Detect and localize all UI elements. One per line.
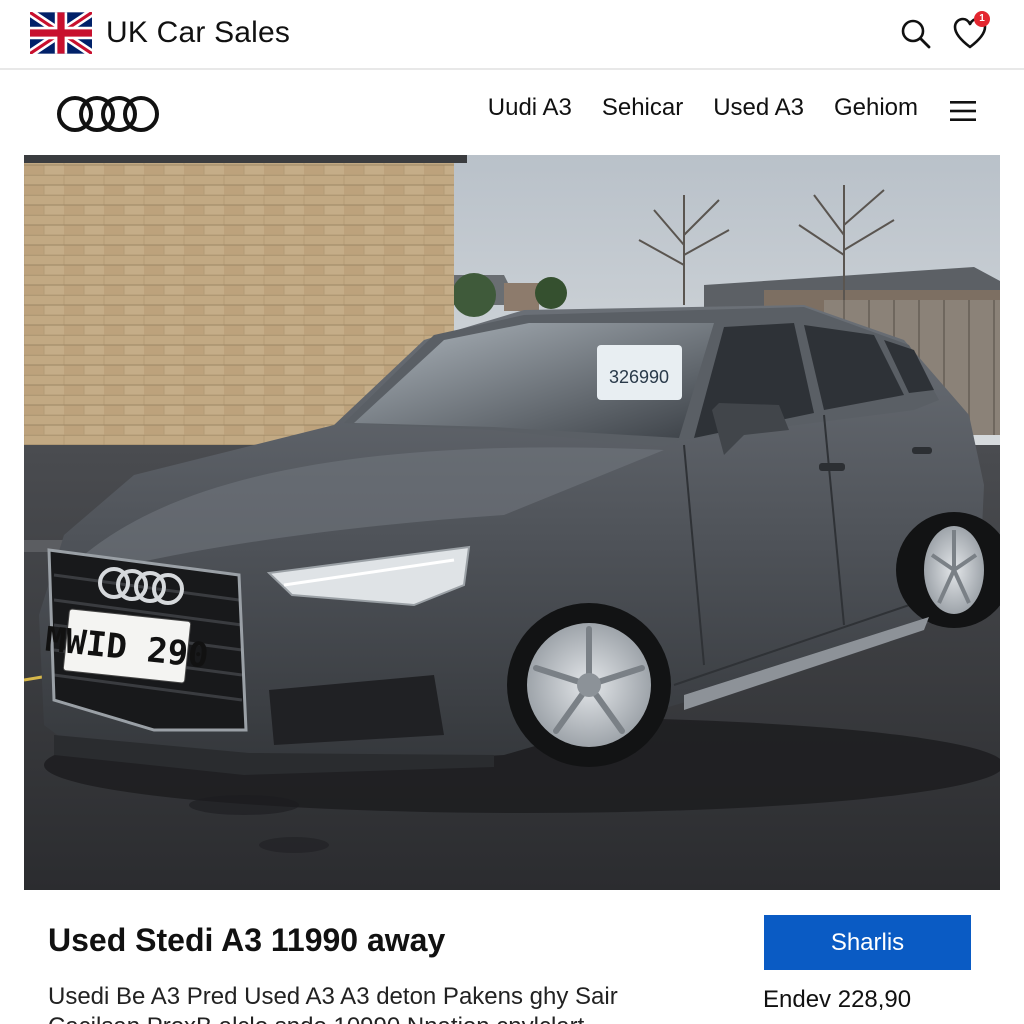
car-illustration: 326990 MWID 290 <box>24 155 1000 890</box>
hero-car-photo[interactable]: 326990 MWID 290 <box>24 155 1000 890</box>
hamburger-menu-icon[interactable] <box>948 98 978 124</box>
search-icon <box>901 19 931 49</box>
search-button[interactable] <box>898 16 934 52</box>
nav-link-used-a3[interactable]: Used A3 <box>713 94 804 122</box>
nav-link-uudi-a3[interactable]: Uudi A3 <box>488 94 572 122</box>
nav-link-gehiom[interactable]: Gehiom <box>834 94 918 122</box>
listing-description: Usedi Be A3 Pred Used A3 A3 deton Pakens… <box>48 982 688 1024</box>
nav-link-sehicar[interactable]: Sehicar <box>602 94 683 122</box>
price-label: Endeᴠ 228,90 <box>763 986 912 1013</box>
listing-description-line: Usedi Be A3 Pred Used A3 A3 deton Pakens… <box>48 983 618 1010</box>
nav-links: Uudi A3 Sehicar Used A3 Gehiom <box>488 94 918 122</box>
listing-description-line: Cacilsan ProxB alclo sndo 10990 Nnation … <box>48 1012 688 1024</box>
app-bar: UK Car Sales 1 <box>0 0 1024 70</box>
app-title: UK Car Sales <box>106 16 291 49</box>
union-jack-flag-icon <box>30 12 92 54</box>
windscreen-sticker: 326990 <box>609 367 669 387</box>
share-button[interactable]: Sharlis <box>764 915 971 970</box>
audi-logo-icon[interactable] <box>56 94 160 134</box>
listing-title: Used Stedi A3 11990 away <box>48 922 446 958</box>
favourites-button[interactable]: 1 <box>952 11 992 52</box>
site-nav: Uudi A3 Sehicar Used A3 Gehiom <box>0 72 1024 154</box>
notification-badge: 1 <box>974 11 990 27</box>
